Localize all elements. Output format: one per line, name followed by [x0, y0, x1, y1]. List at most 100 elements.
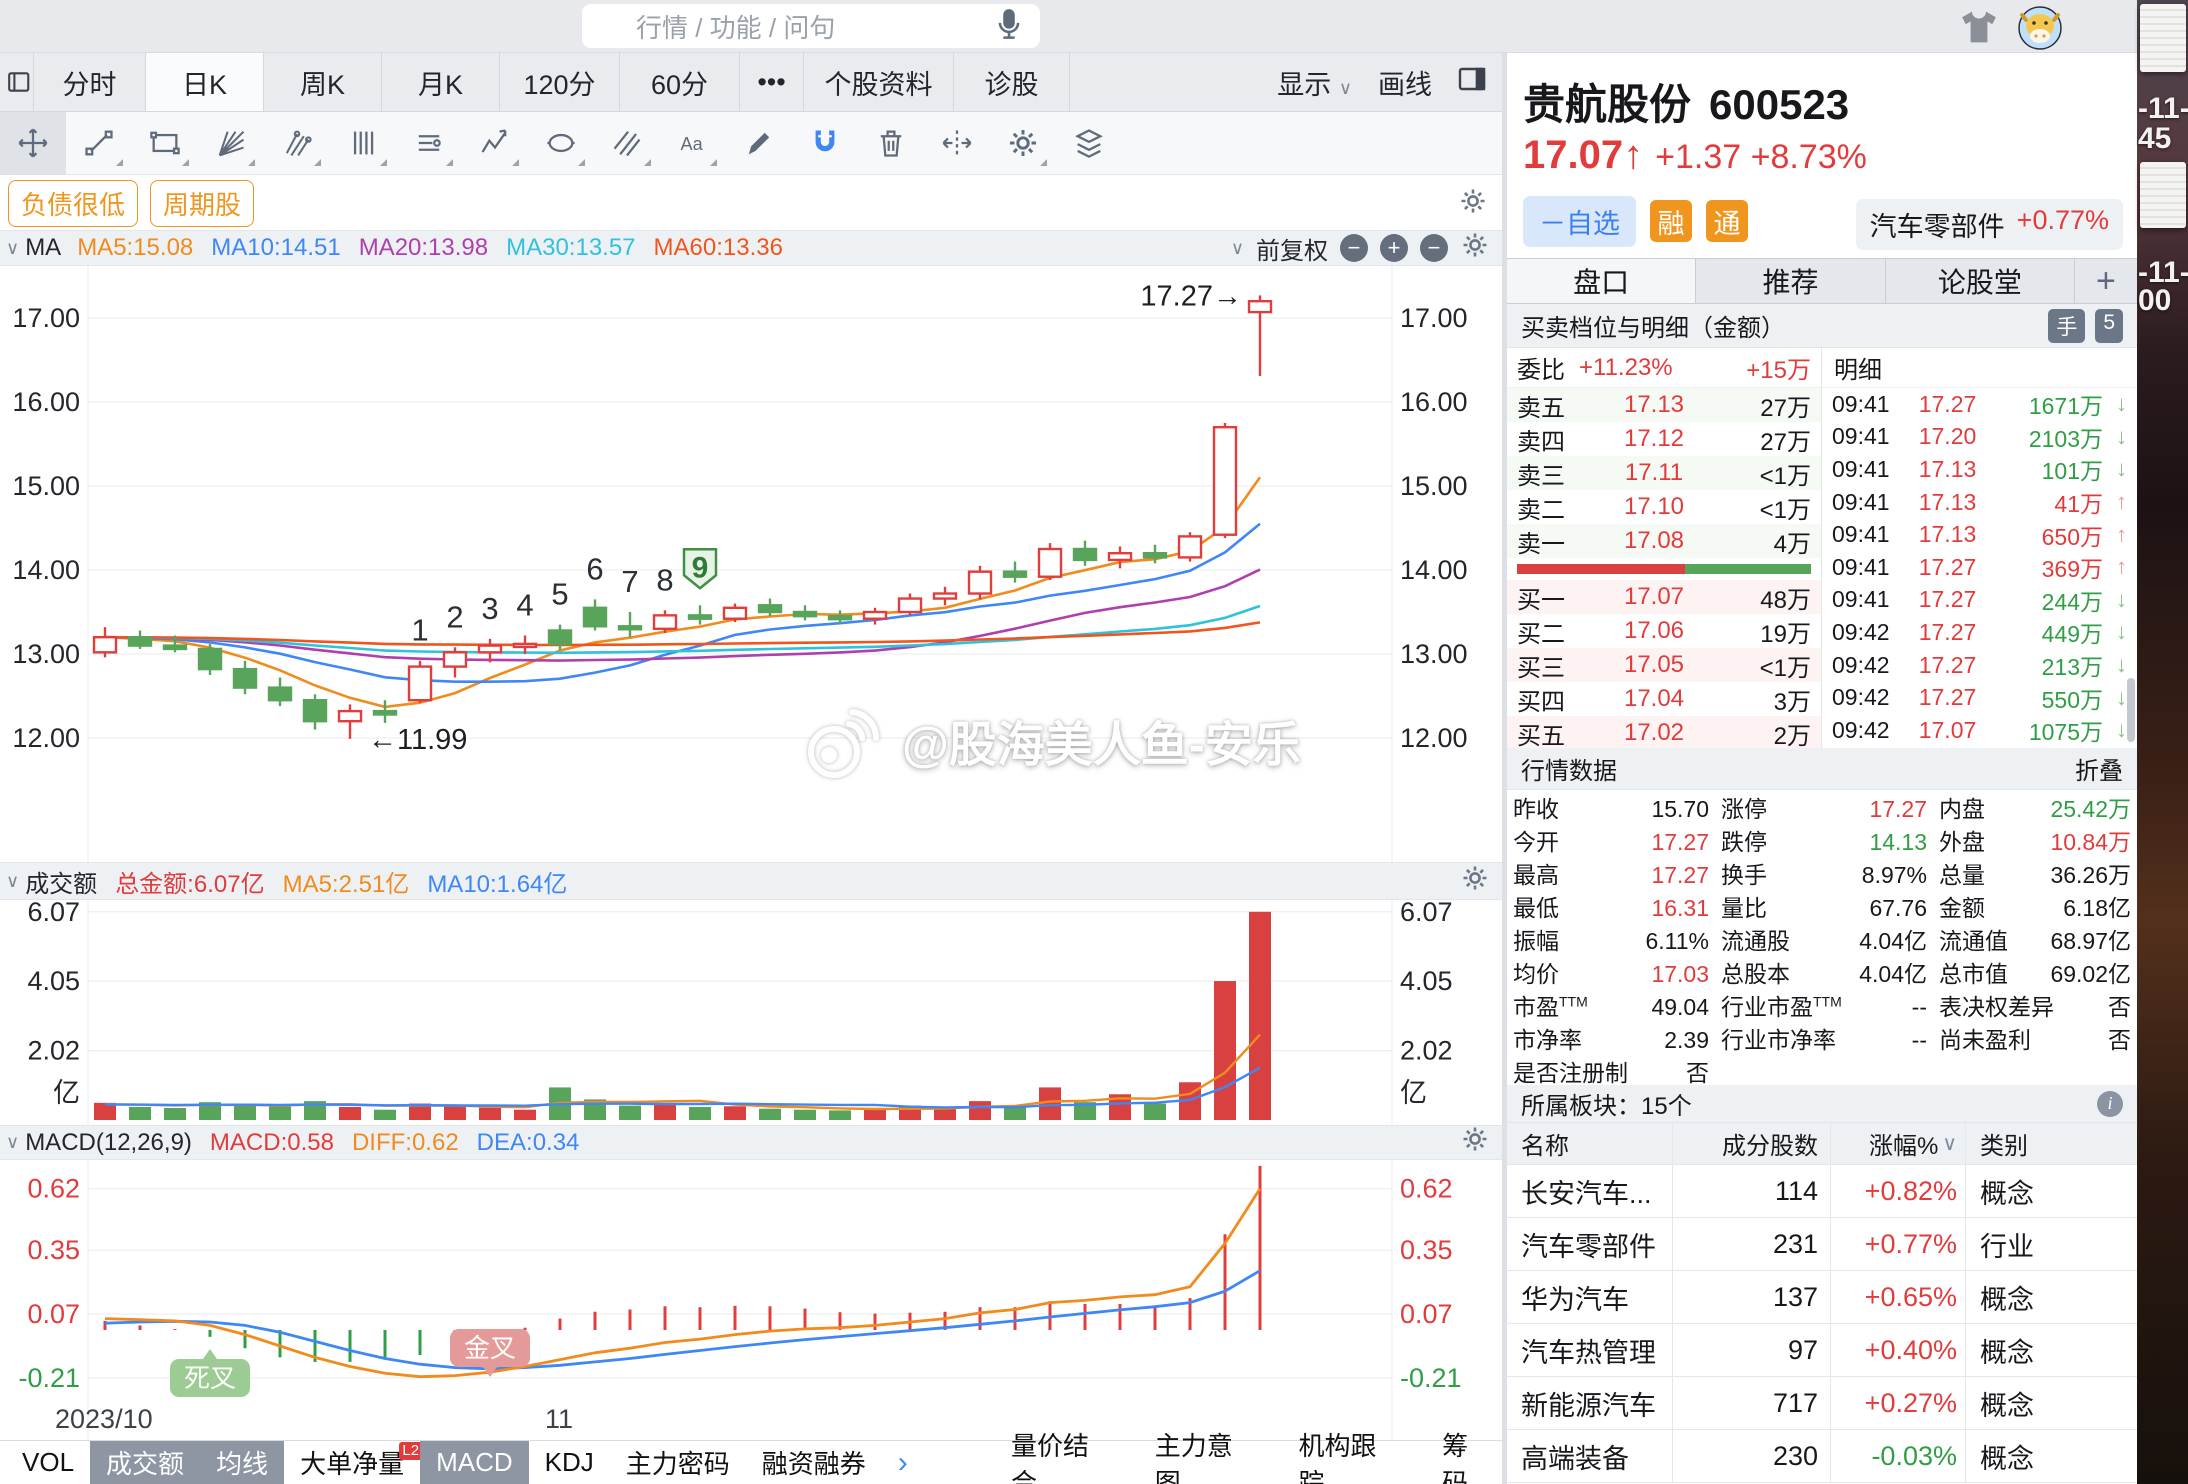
- tags-gear-icon[interactable]: [1458, 186, 1502, 221]
- panel-left-icon[interactable]: [0, 53, 34, 111]
- indicator-tab-MACD[interactable]: MACD: [420, 1441, 529, 1484]
- transaction-row[interactable]: 09:4217.27449万↓: [1822, 616, 2137, 649]
- mic-icon[interactable]: [992, 7, 1026, 46]
- collapse-icon[interactable]: ∨: [6, 238, 19, 259]
- zoom-out-icon[interactable]: −: [1340, 234, 1368, 262]
- text-icon[interactable]: Aa: [660, 112, 726, 175]
- rect-icon[interactable]: [132, 112, 198, 175]
- period-tab-日K[interactable]: 日K: [146, 53, 264, 111]
- indicator-tab-主力密码[interactable]: 主力密码: [610, 1441, 746, 1484]
- transaction-row[interactable]: 09:4117.13101万↓: [1822, 453, 2137, 486]
- ask-row[interactable]: 卖四17.1227万: [1507, 422, 1821, 456]
- sector-row[interactable]: 长安汽车...114+0.82%概念: [1507, 1165, 2137, 1218]
- panel-tab-推荐[interactable]: 推荐: [1696, 259, 1885, 303]
- collapse-button[interactable]: 折叠: [2075, 751, 2123, 786]
- zigzag-icon[interactable]: [462, 112, 528, 175]
- transaction-row[interactable]: 09:4217.27213万↓: [1822, 649, 2137, 682]
- layers-icon[interactable]: [1056, 112, 1122, 175]
- volume-gear-icon[interactable]: [1460, 863, 1502, 900]
- indicator-tab-融资融券[interactable]: 融资融券: [746, 1441, 882, 1484]
- transaction-row[interactable]: 09:4217.27550万↓: [1822, 681, 2137, 714]
- ask-row[interactable]: 卖二17.10<1万: [1507, 490, 1821, 524]
- ask-row[interactable]: 卖一17.084万: [1507, 524, 1821, 558]
- move-icon[interactable]: [0, 112, 66, 175]
- user-avatar[interactable]: [2018, 6, 2060, 48]
- panel-tab-盘口[interactable]: 盘口: [1507, 259, 1696, 303]
- period-tab-•••[interactable]: •••: [740, 53, 804, 111]
- analysis-tab-筹码[interactable]: 筹码: [1426, 1441, 1502, 1484]
- collapse-icon[interactable]: ∨: [6, 871, 19, 892]
- transaction-row[interactable]: 09:4117.13650万↑: [1822, 518, 2137, 551]
- magnet-icon[interactable]: [792, 112, 858, 175]
- macd-gear-icon[interactable]: [1460, 1124, 1502, 1161]
- indicator-tab-KDJ[interactable]: KDJ: [529, 1441, 610, 1484]
- macd-chart[interactable]: 0.620.620.350.350.070.07-0.21-0.21死叉金叉20…: [0, 1160, 1502, 1440]
- more-indicators-icon[interactable]: ›: [882, 1441, 924, 1484]
- price-chart[interactable]: 17.0017.0016.0016.0015.0015.0014.0014.00…: [0, 266, 1502, 862]
- vertical-lines-icon[interactable]: [330, 112, 396, 175]
- sector-row[interactable]: 高端装备230-0.03%概念: [1507, 1430, 2137, 1483]
- panel-right-icon[interactable]: [1458, 64, 1488, 101]
- depth-toggle[interactable]: 5: [2095, 309, 2123, 343]
- search-box[interactable]: 行情 / 功能 / 问句: [582, 4, 1040, 48]
- period-tab-诊股[interactable]: 诊股: [954, 53, 1070, 111]
- ellipse-icon[interactable]: [528, 112, 594, 175]
- ask-row[interactable]: 卖三17.11<1万: [1507, 456, 1821, 490]
- transaction-row[interactable]: 09:4117.202103万↓: [1822, 421, 2137, 454]
- period-tab-120分[interactable]: 120分: [500, 53, 620, 111]
- collapse-chart-icon[interactable]: −: [1420, 234, 1448, 262]
- volume-chart[interactable]: 6.076.074.054.052.022.02亿亿: [0, 900, 1502, 1125]
- measure-icon[interactable]: [396, 112, 462, 175]
- transaction-row[interactable]: 09:4117.27369万↑: [1822, 551, 2137, 584]
- industry-chip[interactable]: 汽车零部件+0.77%: [1856, 199, 2123, 250]
- period-tab-个股资料[interactable]: 个股资料: [804, 53, 954, 111]
- lots-toggle[interactable]: 手: [2048, 309, 2085, 343]
- analysis-tab-主力意图[interactable]: 主力意图: [1139, 1441, 1259, 1484]
- trend-line-icon[interactable]: [66, 112, 132, 175]
- period-tab-60分[interactable]: 60分: [620, 53, 740, 111]
- connect-badge[interactable]: 通: [1706, 200, 1748, 242]
- tshirt-icon[interactable]: [1958, 6, 2000, 48]
- transaction-row[interactable]: 09:4117.1341万↑: [1822, 486, 2137, 519]
- bid-row[interactable]: 买二17.0619万: [1507, 614, 1821, 648]
- indicator-tab-VOL[interactable]: VOL: [6, 1441, 90, 1484]
- add-tab-button[interactable]: +: [2075, 259, 2137, 303]
- hatch-icon[interactable]: [594, 112, 660, 175]
- pencil-icon[interactable]: [726, 112, 792, 175]
- indicator-tab-成交额[interactable]: 成交额: [90, 1441, 200, 1484]
- pitchfork-icon[interactable]: [264, 112, 330, 175]
- sector-row[interactable]: 汽车零部件231+0.77%行业: [1507, 1218, 2137, 1271]
- analysis-tab-量价结合[interactable]: 量价结合: [995, 1441, 1115, 1484]
- ma-gear-icon[interactable]: [1460, 230, 1490, 267]
- period-tab-分时[interactable]: 分时: [34, 53, 146, 111]
- gann-fan-icon[interactable]: [198, 112, 264, 175]
- scrollbar-thumb[interactable]: [2127, 678, 2135, 742]
- watchlist-button[interactable]: －自选: [1523, 196, 1636, 247]
- period-tab-周K[interactable]: 周K: [264, 53, 382, 111]
- transaction-row[interactable]: 09:4217.071075万↓: [1822, 714, 2137, 747]
- bid-row[interactable]: 买一17.0748万: [1507, 580, 1821, 614]
- transaction-row[interactable]: 09:4117.27244万↓: [1822, 584, 2137, 617]
- bid-row[interactable]: 买五17.022万: [1507, 716, 1821, 750]
- zoom-in-icon[interactable]: +: [1380, 234, 1408, 262]
- analysis-tab-机构跟踪[interactable]: 机构跟踪: [1282, 1441, 1402, 1484]
- margin-badge[interactable]: 融: [1650, 200, 1692, 242]
- adjust-mode-label[interactable]: 前复权: [1256, 231, 1328, 266]
- h-expand-icon[interactable]: [924, 112, 990, 175]
- stock-tag[interactable]: 负债很低: [8, 180, 138, 227]
- indicator-tab-均线[interactable]: 均线: [200, 1441, 284, 1484]
- trash-icon[interactable]: [858, 112, 924, 175]
- draw-line-button[interactable]: 画线: [1378, 63, 1432, 102]
- transaction-row[interactable]: 09:4117.271671万↓: [1822, 388, 2137, 421]
- bid-row[interactable]: 买四17.043万: [1507, 682, 1821, 716]
- display-menu[interactable]: 显示 ∨: [1277, 63, 1352, 102]
- gear-icon[interactable]: [990, 112, 1056, 175]
- bid-row[interactable]: 买三17.05<1万: [1507, 648, 1821, 682]
- period-tab-月K[interactable]: 月K: [382, 53, 500, 111]
- ask-row[interactable]: 卖五17.1327万: [1507, 388, 1821, 422]
- collapse-icon[interactable]: ∨: [6, 1132, 19, 1153]
- sector-row[interactable]: 新能源汽车717+0.27%概念: [1507, 1377, 2137, 1430]
- stock-tag[interactable]: 周期股: [150, 180, 254, 227]
- sector-row[interactable]: 汽车热管理97+0.40%概念: [1507, 1324, 2137, 1377]
- panel-tab-论股堂[interactable]: 论股堂: [1886, 259, 2075, 303]
